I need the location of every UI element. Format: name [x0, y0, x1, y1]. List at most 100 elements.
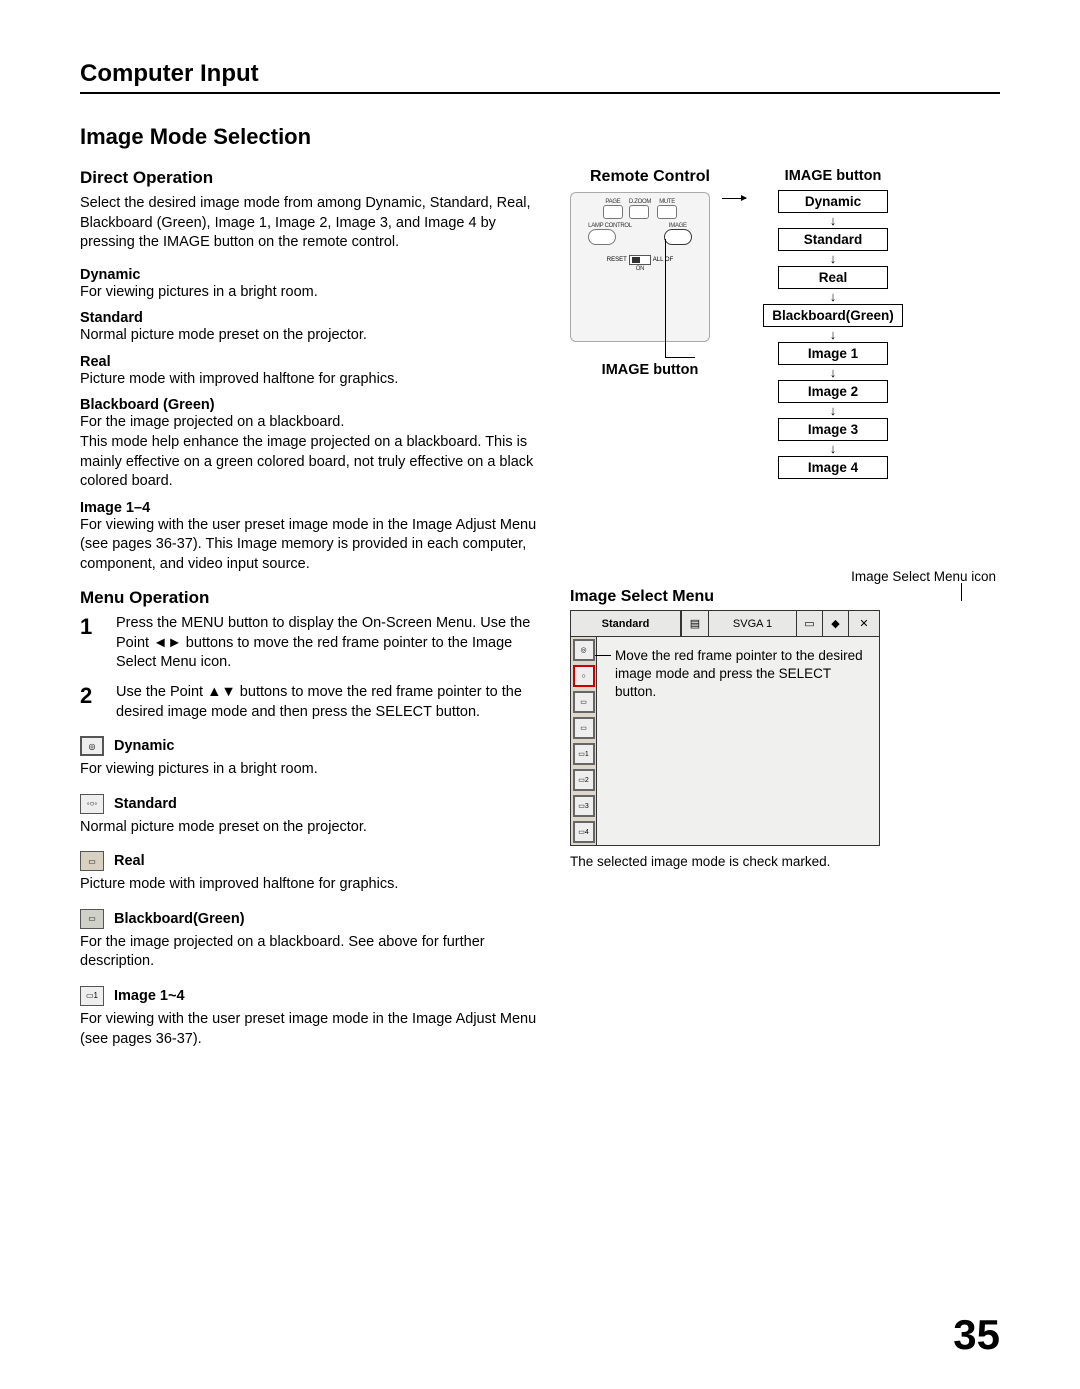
menu-top-icon2[interactable]: ▭ [797, 611, 823, 636]
chapter-title: Computer Input [80, 60, 1000, 94]
step-1: 1 Press the MENU button to display the O… [80, 614, 540, 673]
menu-note: Move the red frame pointer to the desire… [597, 637, 879, 845]
image14-icon: ▭1 [80, 986, 104, 1006]
icon-line-image14: ▭1 Image 1~4 [80, 986, 540, 1006]
down-arrow-icon: ↓ [830, 442, 837, 455]
menu-note-text: Move the red frame pointer to the desire… [615, 648, 863, 699]
down-arrow-icon: ↓ [830, 366, 837, 379]
right-column: Remote Control PAGE D.ZOOM [570, 168, 1000, 1057]
caption-lead-line [961, 583, 962, 601]
direct-item: Standard Normal picture mode preset on t… [80, 310, 540, 346]
term-standard: Standard [80, 310, 540, 326]
image-button-lead-line [665, 239, 666, 357]
remote-reset-switch[interactable] [629, 255, 651, 265]
remote-btn-mute[interactable] [657, 205, 677, 219]
down-arrow-icon: ↓ [830, 214, 837, 227]
menu-sidebar: ◎ ○ ▭ ▭ ▭1 ▭2 ▭3 ▭4 [571, 637, 597, 845]
remote-lbl-allof: ALL OF [653, 257, 673, 263]
step-1-num: 1 [80, 614, 100, 673]
icon-line-dynamic: ◎ Dynamic [80, 736, 540, 756]
direct-item: Dynamic For viewing pictures in a bright… [80, 267, 540, 303]
flow-lead-arrow [722, 198, 746, 199]
remote-btn-image[interactable] [664, 229, 692, 245]
menu-caption-top: Image Select Menu icon [570, 569, 996, 584]
sidebar-item-image4[interactable]: ▭4 [573, 821, 595, 843]
desc-image14: For viewing with the user preset image m… [80, 516, 540, 575]
step-2-num: 2 [80, 683, 100, 722]
sidebar-item-blackboard[interactable]: ▭ [573, 717, 595, 739]
menu-top-mode[interactable]: Standard [571, 611, 681, 636]
term-blackboard: Blackboard (Green) [80, 397, 540, 413]
standard-icon: ◦○◦ [80, 794, 104, 814]
sidebar-item-standard[interactable]: ○ [573, 665, 595, 687]
menu-frame: Standard ▤ SVGA 1 ▭ ◆ ✕ ◎ ○ ▭ ▭ ▭1 ▭2 [570, 610, 880, 846]
standard-desc: Normal picture mode preset on the projec… [80, 818, 540, 838]
flow-box-image1: Image 1 [778, 342, 888, 365]
direct-op-intro: Select the desired image mode from among… [80, 194, 540, 253]
direct-item: Image 1–4 For viewing with the user pres… [80, 500, 540, 575]
flow-box-standard: Standard [778, 228, 888, 251]
remote-btn-page[interactable] [603, 205, 623, 219]
remote-area: Remote Control PAGE D.ZOOM [570, 168, 1000, 479]
menu-top-icon1[interactable]: ▤ [681, 611, 709, 636]
menu-op-heading: Menu Operation [80, 588, 540, 608]
flow-title: IMAGE button [785, 168, 882, 184]
remote-btn-lamp[interactable] [588, 229, 616, 245]
down-arrow-icon: ↓ [830, 328, 837, 341]
remote-lbl-on: ON [636, 266, 644, 272]
section-title: Image Mode Selection [80, 124, 1000, 150]
icon-line-blackboard: ▭ Blackboard(Green) [80, 909, 540, 929]
desc-standard: Normal picture mode preset on the projec… [80, 326, 540, 346]
sidebar-item-image1[interactable]: ▭1 [573, 743, 595, 765]
remote-btn-dzoom[interactable] [629, 205, 649, 219]
remote-lbl-image: IMAGE [664, 223, 692, 229]
down-arrow-icon: ↓ [830, 252, 837, 265]
sidebar-item-dynamic[interactable]: ◎ [573, 639, 595, 661]
dynamic-desc: For viewing pictures in a bright room. [80, 760, 540, 780]
direct-item: Blackboard (Green) For the image project… [80, 397, 540, 491]
down-arrow-icon: ↓ [830, 290, 837, 303]
image-select-menu-block: Image Select Menu icon Image Select Menu… [570, 569, 1000, 869]
step-1-text: Press the MENU button to display the On-… [116, 614, 540, 673]
blackboard-desc: For the image projected on a blackboard.… [80, 933, 540, 972]
standard-label: Standard [114, 796, 177, 812]
menu-caption-bot: The selected image mode is check marked. [570, 854, 1000, 869]
direct-op-heading: Direct Operation [80, 168, 540, 188]
sidebar-item-real[interactable]: ▭ [573, 691, 595, 713]
flow-box-image2: Image 2 [778, 380, 888, 403]
dynamic-label: Dynamic [114, 738, 174, 754]
remote-lbl-dzoom: D.ZOOM [629, 199, 651, 205]
left-column: Direct Operation Select the desired imag… [80, 168, 540, 1057]
page-number: 35 [953, 1311, 1000, 1359]
down-arrow-icon: ↓ [830, 404, 837, 417]
menu-top-icon3[interactable]: ◆ [823, 611, 849, 636]
term-image14: Image 1–4 [80, 500, 540, 516]
image-button-callout: IMAGE button [570, 362, 730, 378]
blackboard-label: Blackboard(Green) [114, 911, 245, 927]
blackboard-icon: ▭ [80, 909, 104, 929]
direct-item: Real Picture mode with improved halftone… [80, 354, 540, 390]
note-lead-line [595, 655, 611, 656]
flow-box-image4: Image 4 [778, 456, 888, 479]
remote-lbl-page: PAGE [603, 199, 623, 205]
menu-top-signal[interactable]: SVGA 1 [709, 611, 797, 636]
step-2-text: Use the Point ▲▼ buttons to move the red… [116, 683, 540, 722]
real-icon: ▭ [80, 851, 104, 871]
desc-blackboard: For the image projected on a blackboard.… [80, 413, 540, 491]
dynamic-icon: ◎ [80, 736, 104, 756]
sidebar-item-image3[interactable]: ▭3 [573, 795, 595, 817]
remote-title: Remote Control [570, 168, 730, 186]
icon-line-standard: ◦○◦ Standard [80, 794, 540, 814]
desc-dynamic: For viewing pictures in a bright room. [80, 283, 540, 303]
flow-box-image3: Image 3 [778, 418, 888, 441]
sidebar-item-image2[interactable]: ▭2 [573, 769, 595, 791]
remote-lbl-reset: RESET [607, 257, 627, 263]
real-desc: Picture mode with improved halftone for … [80, 875, 540, 895]
step-2: 2 Use the Point ▲▼ buttons to move the r… [80, 683, 540, 722]
image14-label: Image 1~4 [114, 988, 185, 1004]
term-real: Real [80, 354, 540, 370]
icon-line-real: ▭ Real [80, 851, 540, 871]
image14-desc: For viewing with the user preset image m… [80, 1010, 540, 1049]
menu-title: Image Select Menu [570, 588, 1000, 606]
menu-top-icon4[interactable]: ✕ [849, 611, 879, 636]
